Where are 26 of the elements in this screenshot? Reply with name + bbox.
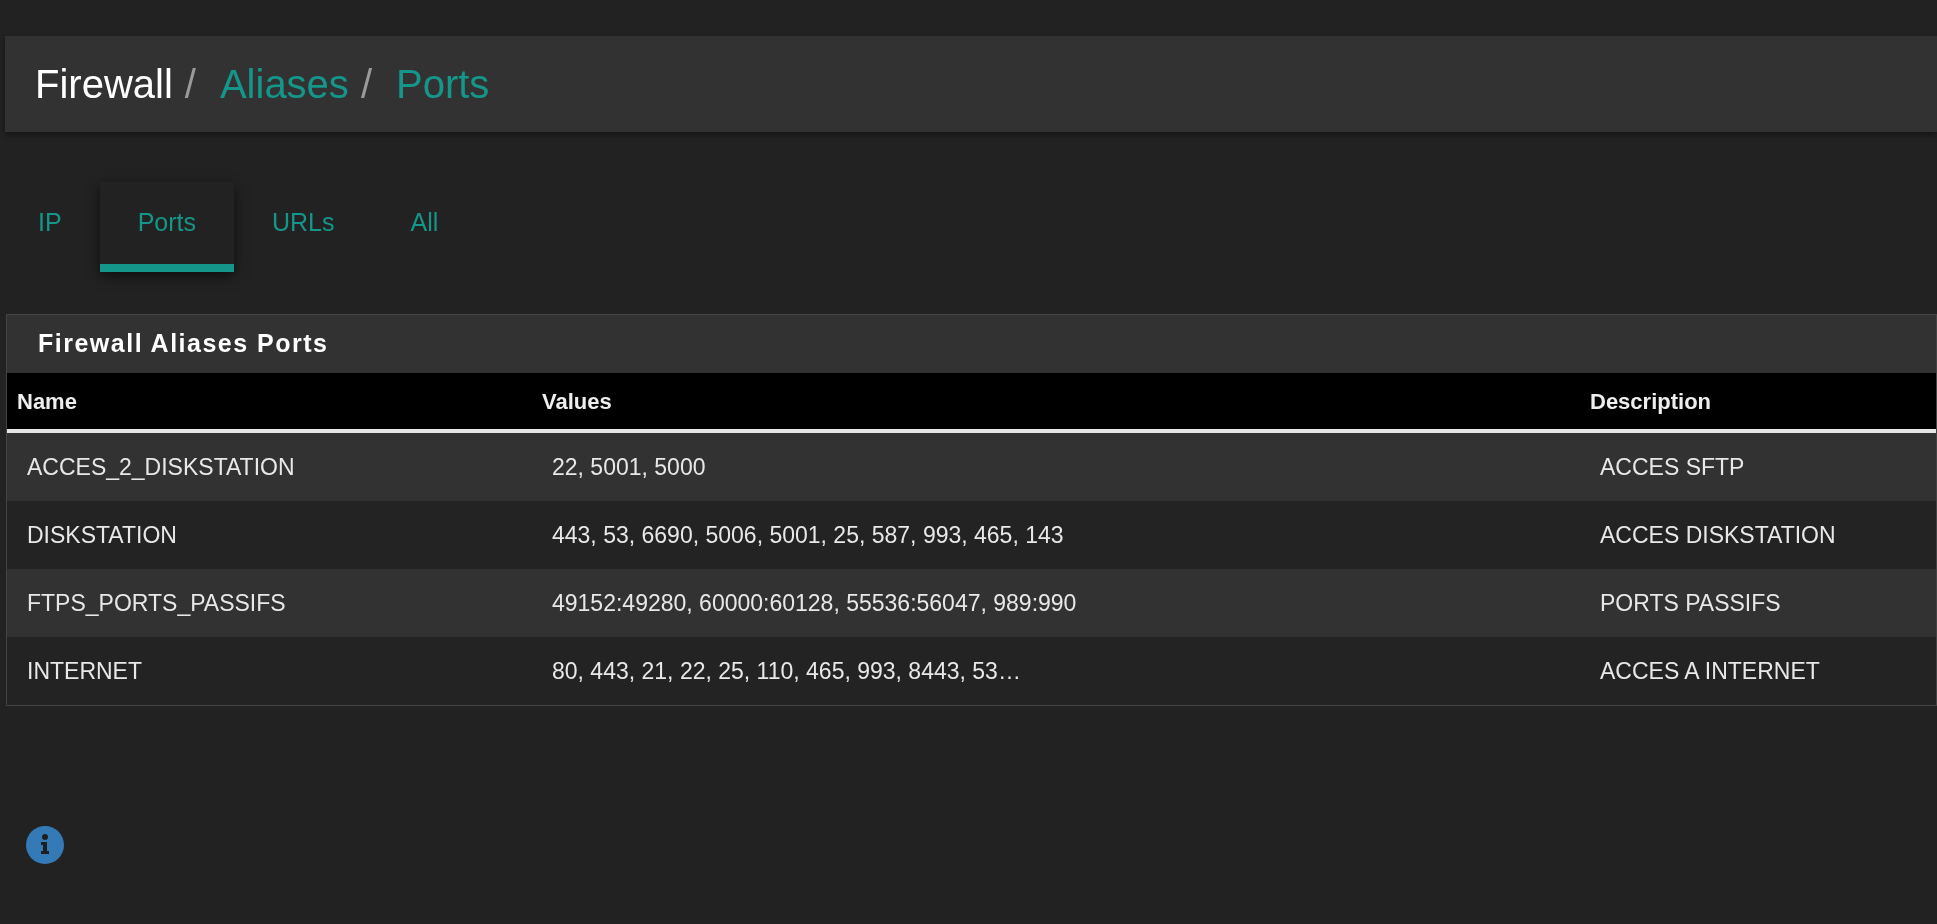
column-header: Description bbox=[1590, 388, 1712, 414]
table-cell: INTERNET bbox=[27, 657, 142, 684]
panel-title: Firewall Aliases Ports bbox=[38, 328, 329, 360]
info-icon[interactable] bbox=[26, 826, 64, 864]
table-cell: ACCES SFTP bbox=[1600, 453, 1745, 480]
column-header: Values bbox=[542, 388, 612, 414]
breadcrumb-separator: / bbox=[360, 61, 372, 108]
table-cell: 443, 53, 6690, 5006, 5001, 25, 587, 993, 465, 143 bbox=[552, 521, 1064, 548]
column-header: Name bbox=[17, 388, 77, 414]
table-cell: ACCES DISKSTATION bbox=[1600, 521, 1836, 548]
breadcrumb-separator: / bbox=[184, 61, 196, 108]
tab[interactable]: URLs bbox=[234, 182, 373, 272]
tab[interactable]: All bbox=[372, 182, 477, 272]
table-cell: 80, 443, 21, 22, 25, 110, 465, 993, 8443, 53… bbox=[552, 657, 1021, 684]
table-cell: 49152:49280, 60000:60128, 55536:56047, 989:990 bbox=[552, 589, 1077, 616]
table-cell: ACCES A INTERNET bbox=[1600, 657, 1820, 684]
breadcrumb-link[interactable]: Ports bbox=[396, 54, 490, 114]
table-cell: PORTS PASSIFS bbox=[1600, 589, 1781, 616]
table-cell: ACCES_2_DISKSTATION bbox=[27, 453, 295, 480]
table-cell: 22, 5001, 5000 bbox=[552, 453, 706, 480]
tab[interactable]: Ports bbox=[99, 182, 234, 272]
breadcrumb-item: Firewall bbox=[35, 61, 173, 108]
breadcrumb-link[interactable]: Aliases bbox=[219, 54, 349, 114]
tab[interactable]: IP bbox=[0, 182, 100, 272]
table-cell: FTPS_PORTS_PASSIFS bbox=[27, 589, 286, 616]
table-cell: DISKSTATION bbox=[27, 521, 177, 548]
